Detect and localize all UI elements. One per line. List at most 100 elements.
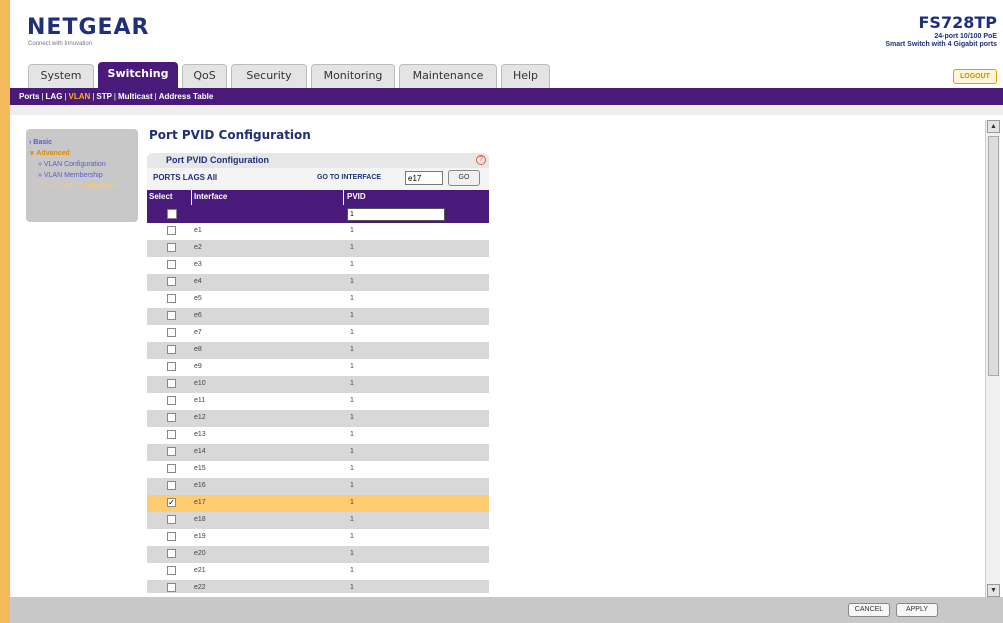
tab-qos[interactable]: QoS bbox=[182, 64, 227, 88]
table-row[interactable]: e12 1 bbox=[147, 410, 489, 427]
table-row[interactable]: e16 1 bbox=[147, 478, 489, 495]
table-row[interactable]: e4 1 bbox=[147, 274, 489, 291]
row-checkbox[interactable] bbox=[167, 515, 176, 524]
model-name: FS728TP bbox=[918, 13, 998, 32]
table-row[interactable]: e1 1 bbox=[147, 223, 489, 240]
table-row[interactable]: e15 1 bbox=[147, 461, 489, 478]
sidenav-vlan-membership[interactable]: » VLAN Membership bbox=[29, 170, 135, 181]
table-row[interactable]: e9 1 bbox=[147, 359, 489, 376]
panel-header: Port PVID Configuration ? bbox=[147, 153, 489, 168]
row-checkbox[interactable] bbox=[167, 447, 176, 456]
table-row[interactable]: e3 1 bbox=[147, 257, 489, 274]
interface-cell: e13 bbox=[194, 431, 206, 438]
subnav-vlan[interactable]: VLAN bbox=[69, 88, 91, 105]
table-row[interactable]: e11 1 bbox=[147, 393, 489, 410]
row-checkbox[interactable] bbox=[167, 379, 176, 388]
row-checkbox[interactable] bbox=[167, 583, 176, 592]
row-checkbox[interactable] bbox=[167, 294, 176, 303]
sub-navigation: Ports | LAG | VLAN | STP | Multicast | Address Tab… bbox=[10, 88, 1003, 105]
table-row[interactable]: e8 1 bbox=[147, 342, 489, 359]
ports-lags-filter[interactable]: PORTS LAGS All bbox=[153, 173, 217, 182]
pvid-cell: 1 bbox=[350, 550, 354, 557]
scroll-thumb[interactable] bbox=[988, 136, 999, 376]
sidenav-vlan-configuration[interactable]: » VLAN Configuration bbox=[29, 159, 135, 170]
row-checkbox[interactable] bbox=[167, 277, 176, 286]
tab-maintenance[interactable]: Maintenance bbox=[399, 64, 497, 88]
tab-security[interactable]: Security bbox=[231, 64, 307, 88]
goto-interface-input[interactable] bbox=[405, 171, 443, 185]
edit-row bbox=[147, 205, 489, 223]
row-checkbox[interactable] bbox=[167, 345, 176, 354]
row-checkbox[interactable] bbox=[167, 362, 176, 371]
subnav-address-table[interactable]: Address Table bbox=[159, 88, 214, 105]
row-checkbox[interactable] bbox=[167, 311, 176, 320]
select-all-checkbox[interactable] bbox=[167, 209, 177, 219]
subnav-ports[interactable]: Ports bbox=[19, 88, 39, 105]
sidenav-item-label: Port PVID Configuration bbox=[43, 183, 119, 190]
vertical-scrollbar[interactable]: ▲ ▼ bbox=[985, 120, 1000, 597]
row-checkbox[interactable]: ✓ bbox=[167, 498, 176, 507]
logout-button[interactable]: LOGOUT bbox=[953, 69, 997, 84]
row-checkbox[interactable] bbox=[167, 243, 176, 252]
table-row[interactable]: e14 1 bbox=[147, 444, 489, 461]
row-checkbox[interactable] bbox=[167, 549, 176, 558]
table-row[interactable]: e22 1 bbox=[147, 580, 489, 593]
scroll-down-arrow-icon[interactable]: ▼ bbox=[987, 584, 1000, 597]
table-row[interactable]: e20 1 bbox=[147, 546, 489, 563]
subnav-lag[interactable]: LAG bbox=[46, 88, 63, 105]
interface-cell: e21 bbox=[194, 567, 206, 574]
table-row[interactable]: e2 1 bbox=[147, 240, 489, 257]
sidenav-advanced[interactable]: ∨ Advanced bbox=[29, 148, 135, 159]
table-row[interactable]: e6 1 bbox=[147, 308, 489, 325]
subnav-multicast[interactable]: Multicast bbox=[118, 88, 153, 105]
row-checkbox[interactable] bbox=[167, 413, 176, 422]
table-row[interactable]: ✓ e17 1 bbox=[147, 495, 489, 512]
table-row[interactable]: e13 1 bbox=[147, 427, 489, 444]
pvid-cell: 1 bbox=[350, 584, 354, 591]
pvid-cell: 1 bbox=[350, 499, 354, 506]
apply-button[interactable]: APPLY bbox=[896, 603, 938, 617]
row-checkbox[interactable] bbox=[167, 260, 176, 269]
row-checkbox[interactable] bbox=[167, 328, 176, 337]
sidenav-advanced-label: Advanced bbox=[36, 150, 70, 157]
pvid-cell: 1 bbox=[350, 261, 354, 268]
table-row[interactable]: e7 1 bbox=[147, 325, 489, 342]
tab-monitoring[interactable]: Monitoring bbox=[311, 64, 395, 88]
help-icon[interactable]: ? bbox=[476, 155, 486, 165]
interface-cell: e10 bbox=[194, 380, 206, 387]
tab-help[interactable]: Help bbox=[501, 64, 550, 88]
table-header: Select Interface PVID bbox=[147, 190, 489, 205]
row-checkbox[interactable] bbox=[167, 396, 176, 405]
header: NETGEAR Connect with Innovation FS728TP … bbox=[10, 8, 1003, 63]
table-row[interactable]: e21 1 bbox=[147, 563, 489, 580]
go-button[interactable]: GO bbox=[448, 170, 480, 186]
table-row[interactable]: e18 1 bbox=[147, 512, 489, 529]
row-checkbox[interactable] bbox=[167, 532, 176, 541]
table-row[interactable]: e19 1 bbox=[147, 529, 489, 546]
tab-system[interactable]: System bbox=[28, 64, 94, 88]
row-checkbox[interactable] bbox=[167, 226, 176, 235]
scroll-up-arrow-icon[interactable]: ▲ bbox=[987, 120, 1000, 133]
interface-cell: e20 bbox=[194, 550, 206, 557]
model-description-line2: Smart Switch with 4 Gigabit ports bbox=[885, 41, 997, 48]
goto-interface-label: GO TO INTERFACE bbox=[317, 174, 382, 181]
tab-switching[interactable]: Switching bbox=[98, 62, 178, 88]
table-row[interactable]: e10 1 bbox=[147, 376, 489, 393]
row-checkbox[interactable] bbox=[167, 566, 176, 575]
table-row[interactable]: e5 1 bbox=[147, 291, 489, 308]
row-checkbox[interactable] bbox=[167, 481, 176, 490]
row-checkbox[interactable] bbox=[167, 430, 176, 439]
sidenav-port-pvid-configuration[interactable]: » Port PVID Configuration bbox=[29, 181, 135, 192]
sidenav-basic-label: Basic bbox=[33, 139, 52, 146]
pvid-cell: 1 bbox=[350, 533, 354, 540]
subnav-stp[interactable]: STP bbox=[96, 88, 112, 105]
main-tab-bar: System Switching QoS Security Monitoring… bbox=[10, 62, 1003, 88]
cancel-button[interactable]: CANCEL bbox=[848, 603, 890, 617]
row-checkbox[interactable] bbox=[167, 464, 176, 473]
interface-cell: e8 bbox=[194, 346, 202, 353]
pvid-edit-input[interactable] bbox=[347, 208, 445, 221]
sidenav-basic[interactable]: › Basic bbox=[29, 137, 135, 148]
page-title: Port PVID Configuration bbox=[149, 128, 311, 142]
pvid-cell: 1 bbox=[350, 363, 354, 370]
interface-cell: e17 bbox=[194, 499, 206, 506]
